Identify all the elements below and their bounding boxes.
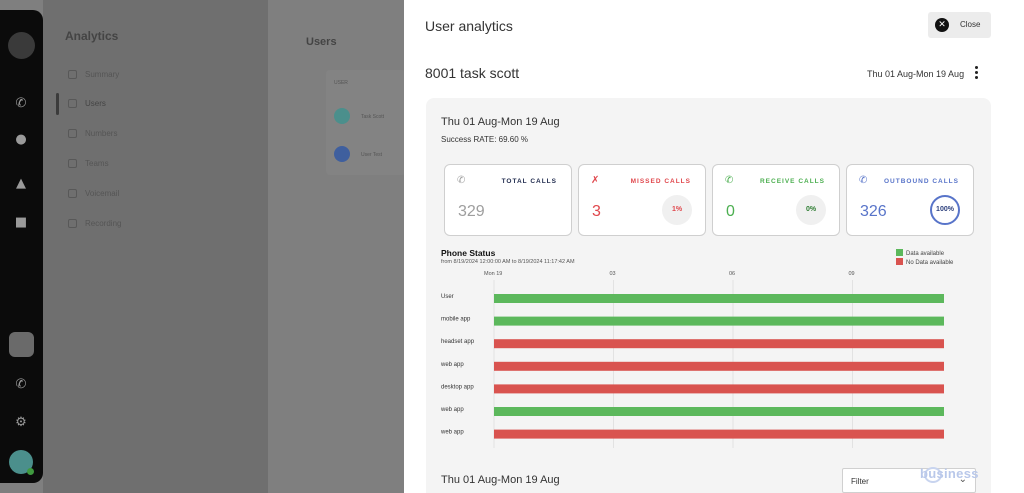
background-user-avatar[interactable] <box>334 108 350 124</box>
background-user-name[interactable]: User Test <box>361 152 382 158</box>
legend-item-data-available: Data available <box>896 249 944 257</box>
status-bar <box>494 429 944 439</box>
background-nav-label: Summary <box>85 70 120 79</box>
row-label: web app <box>440 407 464 413</box>
more-options-icon[interactable] <box>970 64 982 82</box>
chat-icon[interactable]: ● <box>13 132 29 148</box>
stat-card-outbound-calls: ✆ OUTBOUND CALLS 326 100% <box>846 164 974 236</box>
legend-label: Data available <box>906 251 945 257</box>
row-label: mobile app <box>441 317 471 323</box>
close-label: Close <box>960 20 981 29</box>
background-nav-item-recording[interactable]: Recording <box>68 219 122 229</box>
app-rail: ✆ ● ▲ ■ ✆ ⚙ <box>0 10 43 483</box>
analytics-panel: Thu 01 Aug-Mon 19 Aug Success RATE: 69.6… <box>426 98 991 493</box>
row-label: User <box>441 294 454 300</box>
brand-watermark: business <box>920 466 979 481</box>
background-nav-active-indicator <box>56 93 59 115</box>
user-analytics-drawer: User analytics ✕ Close 8001 task scott T… <box>404 0 1024 493</box>
call-icon[interactable]: ✆ <box>13 377 29 393</box>
background-nav-item-users[interactable]: Users <box>68 99 106 109</box>
document-icon[interactable]: ■ <box>13 215 29 231</box>
phone-icon: ✆ <box>457 175 466 186</box>
stat-label: TOTAL CALLS <box>501 178 557 185</box>
close-icon: ✕ <box>935 18 949 32</box>
phone-status-title: Phone Status <box>441 248 496 258</box>
x-tick-label: 03 <box>610 271 616 277</box>
outgoing-call-icon: ✆ <box>859 175 868 186</box>
row-label: headset app <box>441 339 475 345</box>
background-user-name[interactable]: Task Scott <box>361 114 384 120</box>
background-nav-item-voicemail[interactable]: Voicemail <box>68 189 120 199</box>
stats-icon[interactable]: ▲ <box>13 176 29 192</box>
stat-value: 3 <box>592 203 601 220</box>
numbers-icon <box>68 129 77 139</box>
background-nav-label: Recording <box>85 219 122 228</box>
analytics-tile[interactable] <box>9 332 34 357</box>
voicemail-icon <box>68 189 77 199</box>
stat-percent: 0% <box>796 195 826 225</box>
status-bar <box>494 407 944 416</box>
panel-date-range: Thu 01 Aug-Mon 19 Aug <box>441 116 560 128</box>
stat-value: 0 <box>726 203 735 220</box>
background-nav-label: Teams <box>85 159 109 168</box>
status-bar <box>494 384 944 394</box>
close-button[interactable]: ✕ Close <box>928 12 991 38</box>
background-users-title: Users <box>306 36 337 48</box>
x-tick-label: 06 <box>729 271 735 277</box>
users-icon <box>68 99 77 109</box>
row-label: desktop app <box>441 384 474 390</box>
background-nav-item-summary[interactable]: Summary <box>68 70 120 80</box>
phone-icon[interactable]: ✆ <box>13 96 29 112</box>
background-list-header: USER <box>334 80 348 86</box>
x-tick-label: Mon 19 <box>484 271 502 277</box>
stat-value: 326 <box>860 203 887 220</box>
row-label: web app <box>440 362 464 368</box>
status-bar <box>494 361 944 371</box>
lower-date-range: Thu 01 Aug-Mon 19 Aug <box>441 474 560 486</box>
status-bar <box>494 339 944 349</box>
x-tick-label: 09 <box>849 271 855 277</box>
stat-label: MISSED CALLS <box>630 178 691 185</box>
incoming-call-icon: ✆ <box>725 175 734 186</box>
stat-card-missed-calls: ✗ MISSED CALLS 3 1% <box>578 164 706 236</box>
stat-percent: 100% <box>930 195 960 225</box>
status-bar <box>494 294 944 303</box>
missed-call-icon: ✗ <box>591 175 600 186</box>
drawer-title: User analytics <box>425 18 513 34</box>
settings-icon[interactable]: ⚙ <box>13 415 29 431</box>
stat-label: OUTBOUND CALLS <box>883 178 959 185</box>
online-status-dot <box>27 468 34 475</box>
stat-card-receive-calls: ✆ RECEIVE CALLS 0 0% <box>712 164 840 236</box>
background-nav-item-numbers[interactable]: Numbers <box>68 129 118 139</box>
background-nav-label: Numbers <box>85 129 118 138</box>
phone-status-chart: Mon 19 03 06 09 User mobile app headset app web… <box>440 271 944 448</box>
background-section-title: Analytics <box>65 29 119 43</box>
teams-icon <box>68 159 77 169</box>
stat-value: 329 <box>458 203 485 220</box>
recording-icon <box>68 219 77 229</box>
row-label: web app <box>440 430 464 436</box>
stat-percent: 1% <box>662 195 692 225</box>
background-nav-label: Users <box>85 99 106 108</box>
background-nav-label: Voicemail <box>85 189 120 198</box>
stat-label: RECEIVE CALLS <box>759 178 825 185</box>
status-bar <box>494 316 944 326</box>
background-user-avatar[interactable] <box>334 146 350 162</box>
app-logo <box>8 32 35 59</box>
filter-label: Filter <box>851 477 869 486</box>
background-nav-item-teams[interactable]: Teams <box>68 159 109 169</box>
stat-card-total-calls: ✆ TOTAL CALLS 329 <box>444 164 572 236</box>
agent-name: 8001 task scott <box>425 65 520 81</box>
success-rate: Success RATE: 69.60 % <box>441 135 528 144</box>
date-range-selector[interactable]: Thu 01 Aug-Mon 19 Aug <box>867 69 964 79</box>
summary-icon <box>68 70 77 80</box>
